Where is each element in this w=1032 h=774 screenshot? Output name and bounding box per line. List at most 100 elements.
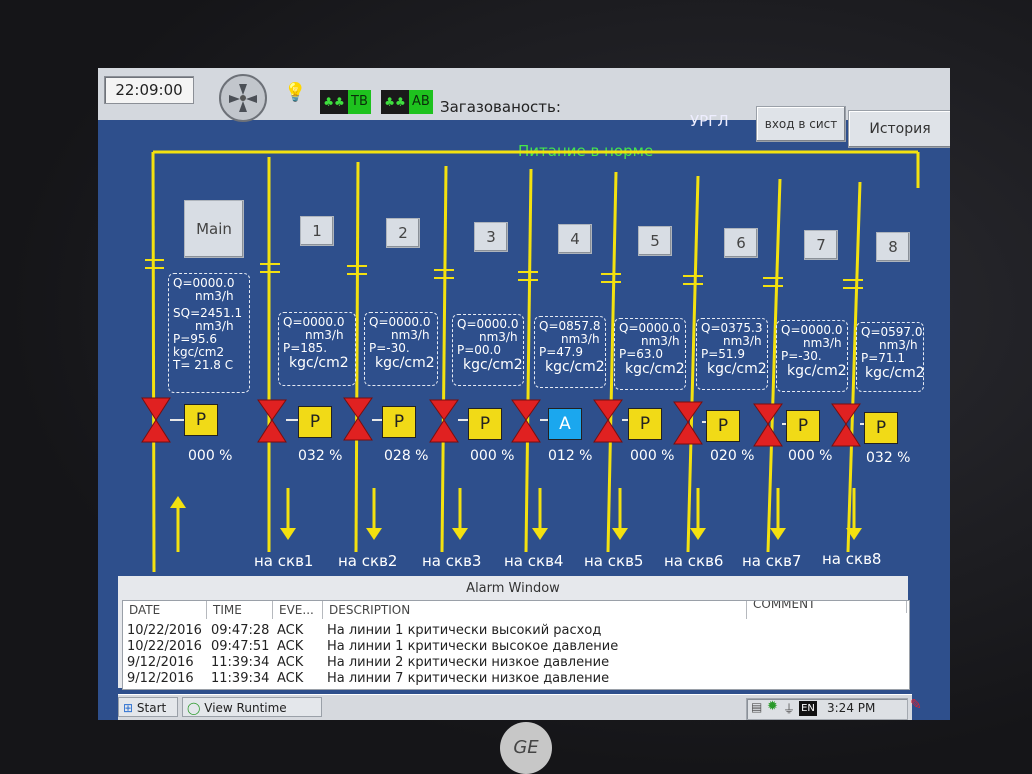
well-6-valve-percent: 020 %	[710, 448, 755, 464]
well-3-data-panel: Q=0000.0 nm3/h P=00.0 kgc/cm2	[452, 314, 524, 386]
valve-icon	[673, 401, 703, 445]
view-runtime-label: View Runtime	[204, 701, 287, 715]
alarm-row[interactable]: 10/22/2016 09:47:51 ACK На линии 1 крити…	[123, 639, 909, 655]
well-5-pressure-unit: kgc/cm2	[625, 361, 685, 377]
well-1-mode-button[interactable]: P	[298, 406, 332, 438]
well-8-pressure-unit: kgc/cm2	[865, 365, 925, 381]
well-7-destination: на скв7	[742, 552, 802, 570]
alarm-row[interactable]: 10/22/2016 09:47:28 ACK На линии 1 крити…	[123, 623, 909, 639]
well-1-pressure-unit: kgc/cm2	[289, 355, 349, 371]
well-2-pressure-unit: kgc/cm2	[375, 355, 435, 371]
alarm-window-title: Alarm Window	[466, 581, 560, 596]
well-pipe-4	[524, 168, 533, 553]
well-5-button[interactable]: 5	[638, 226, 672, 256]
well-2-button[interactable]: 2	[386, 218, 420, 248]
usb-icon[interactable]: ⏚	[783, 700, 795, 717]
alarm-description: На линии 7 критически низкое давление	[327, 671, 610, 686]
language-indicator[interactable]: EN	[799, 701, 817, 716]
well-3-valve-percent: 000 %	[470, 448, 515, 464]
well-2-valve-percent: 028 %	[384, 448, 429, 464]
pen-icon[interactable]: ✎	[910, 697, 928, 717]
well-1-pressure: P=185.	[283, 341, 328, 355]
column-time[interactable]: TIME	[207, 601, 273, 619]
well-2-destination: на скв2	[338, 552, 398, 570]
alarm-event: ACK	[277, 671, 304, 686]
well-7-pressure: P=-30.	[781, 349, 822, 363]
well-6-mode-button[interactable]: P	[706, 410, 740, 442]
alarm-description: На линии 2 критически низкое давление	[327, 655, 610, 670]
well-3-destination: на скв3	[422, 552, 482, 570]
alarm-event: ACK	[277, 655, 304, 670]
well-6-pressure-unit: kgc/cm2	[707, 361, 767, 377]
well-8-button[interactable]: 8	[876, 232, 910, 262]
well-4-data-panel: Q=0857.8 nm3/h P=47.9 kgc/cm2	[534, 316, 606, 388]
start-button[interactable]: ⊞ Start	[118, 697, 178, 717]
alarm-table[interactable]: DATE TIME EVE... DESCRIPTION COMMENT 10/…	[122, 600, 910, 690]
valve-icon	[831, 403, 861, 447]
alarm-time: 09:47:28	[211, 623, 270, 638]
main-pipe	[151, 151, 156, 573]
hmi-screen: 22:09:00 💡 ♣♣ ТВ ♣♣ АВ Загазованость: УР…	[98, 68, 950, 720]
well-3-button[interactable]: 3	[474, 222, 508, 252]
well-4-button[interactable]: 4	[558, 224, 592, 254]
well-5-destination: на скв5	[584, 552, 644, 570]
well-4-mode-button[interactable]: A	[548, 408, 582, 440]
main-valve-percent: 000 %	[188, 448, 233, 464]
well-7-mode-button[interactable]: P	[786, 410, 820, 442]
alarm-date: 10/22/2016	[127, 639, 202, 654]
well-5-valve-percent: 000 %	[630, 448, 675, 464]
well-6-destination: на скв6	[664, 552, 724, 570]
system-tray: ▤ ✹ ⏚ EN 3:24 PM	[746, 698, 908, 720]
alarm-date: 9/12/2016	[127, 671, 194, 686]
well-8-mode-button[interactable]: P	[864, 412, 898, 444]
well-8-valve-percent: 032 %	[866, 450, 911, 466]
well-3-mode-button[interactable]: P	[468, 408, 502, 440]
well-2-pressure: P=-30.	[369, 341, 410, 355]
main-button[interactable]: Main	[184, 200, 244, 258]
arrow-down-icon	[532, 528, 548, 540]
well-3-pressure-unit: kgc/cm2	[463, 357, 523, 373]
well-4-valve-percent: 012 %	[548, 448, 593, 464]
taskbar: ⊞ Start ◯ View Runtime ▤ ✹ ⏚ EN 3:24 PM …	[118, 694, 922, 720]
well-pipe-2	[354, 161, 360, 553]
well-8-data-panel: Q=0597.0 nm3/h P=71.1 kgc/cm2	[856, 322, 925, 392]
arrow-down-icon	[612, 528, 628, 540]
arrow-down-icon	[280, 528, 296, 540]
column-description[interactable]: DESCRIPTION	[323, 601, 747, 619]
alarm-row[interactable]: 9/12/2016 11:39:34 ACK На линии 7 критич…	[123, 671, 909, 687]
column-comment[interactable]: COMMENT	[747, 601, 907, 613]
column-date[interactable]: DATE	[123, 601, 207, 619]
alarm-date: 9/12/2016	[127, 655, 194, 670]
column-event[interactable]: EVE...	[273, 601, 323, 619]
alarm-window: Alarm Window DATE TIME EVE... DESCRIPTIO…	[118, 576, 910, 690]
alarm-event: ACK	[277, 639, 304, 654]
runtime-app-icon: ◯	[187, 701, 201, 715]
valve-icon	[141, 397, 171, 443]
well-8-pressure: P=71.1	[861, 351, 906, 365]
well-6-button[interactable]: 6	[724, 228, 758, 258]
well-7-data-panel: Q=0000.0 nm3/h P=-30. kgc/cm2	[776, 320, 848, 392]
well-7-valve-percent: 000 %	[788, 448, 833, 464]
arrow-down-icon	[690, 528, 706, 540]
well-5-pressure: P=63.0	[619, 347, 664, 361]
well-5-mode-button[interactable]: P	[628, 408, 662, 440]
well-2-mode-button[interactable]: P	[382, 406, 416, 438]
well-2-data-panel: Q=0000.0 nm3/h P=-30. kgc/cm2	[364, 312, 438, 386]
well-6-pressure: P=51.9	[701, 347, 746, 361]
valve-icon	[511, 399, 541, 443]
well-6-data-panel: Q=0375.3 nm3/h P=51.9 kgc/cm2	[696, 318, 768, 390]
main-data-panel: Q=0000.0 nm3/h SQ=2451.1 nm3/h P=95.6 kg…	[168, 273, 250, 393]
well-1-valve-percent: 032 %	[298, 448, 343, 464]
network-icon[interactable]: ▤	[751, 700, 762, 714]
view-runtime-task[interactable]: ◯ View Runtime	[182, 697, 322, 717]
well-5-data-panel: Q=0000.0 nm3/h P=63.0 kgc/cm2	[614, 318, 686, 390]
alarm-row[interactable]: 9/12/2016 11:39:34 ACK На линии 2 критич…	[123, 655, 909, 671]
arrow-down-icon	[366, 528, 382, 540]
alarm-time: 11:39:34	[211, 655, 270, 670]
valve-icon	[429, 399, 459, 443]
well-3-pressure: P=00.0	[457, 343, 502, 357]
gear-icon[interactable]: ✹	[767, 699, 778, 714]
main-mode-button[interactable]: P	[184, 404, 218, 436]
well-7-button[interactable]: 7	[804, 230, 838, 260]
well-1-button[interactable]: 1	[300, 216, 334, 246]
